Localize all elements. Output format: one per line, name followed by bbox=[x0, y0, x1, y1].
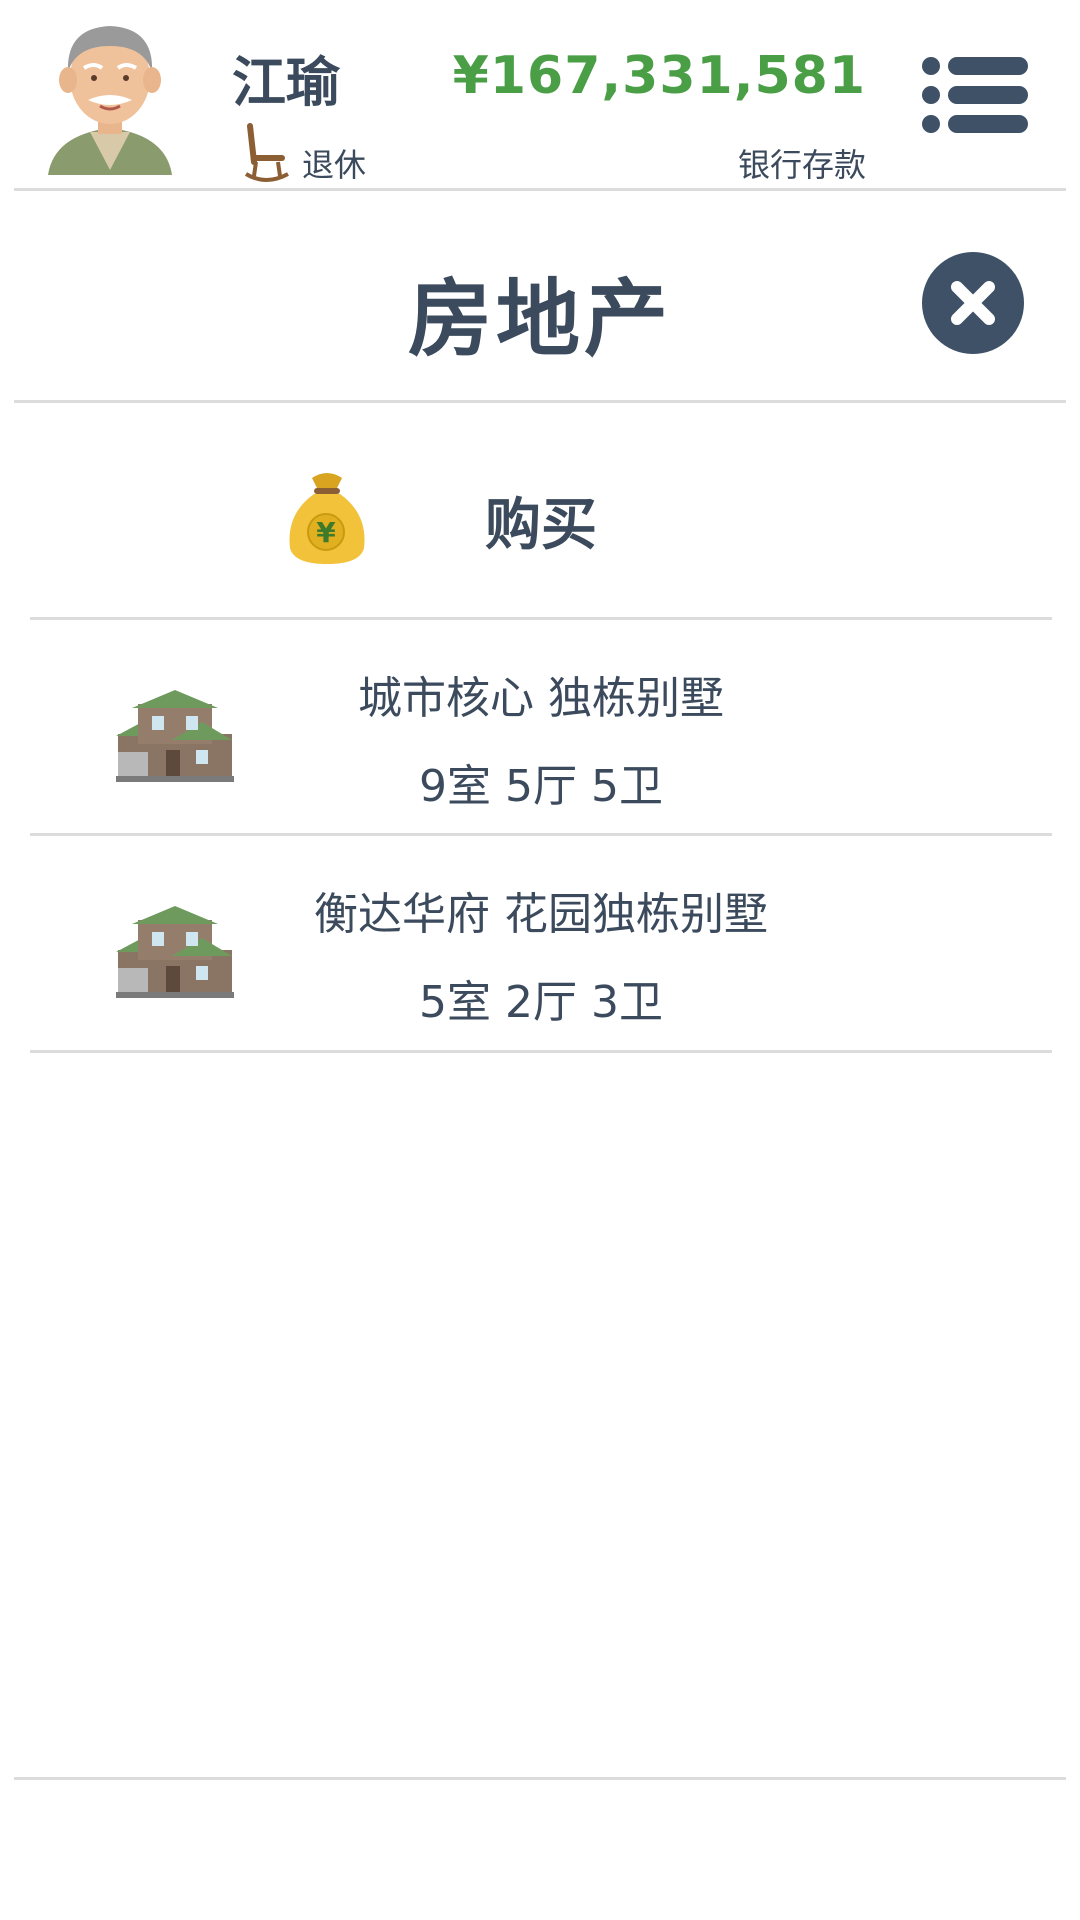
menu-button[interactable] bbox=[922, 56, 1028, 134]
property-rooms: 9室 5厅 5卫 bbox=[419, 761, 663, 812]
buy-divider bbox=[30, 617, 1052, 620]
buy-label: 购买 bbox=[485, 493, 597, 558]
avatar[interactable] bbox=[40, 10, 180, 180]
bank-balance-label: 银行存款 bbox=[737, 146, 866, 184]
player-name: 江瑜 bbox=[232, 51, 340, 114]
buy-button[interactable]: ¥ 购买 bbox=[30, 440, 1052, 612]
footer-divider bbox=[14, 1777, 1066, 1780]
list-divider bbox=[30, 1050, 1052, 1053]
list-divider bbox=[30, 833, 1052, 836]
status-label: 退休 bbox=[302, 146, 367, 184]
close-icon bbox=[951, 281, 995, 325]
rocking-chair-icon bbox=[244, 122, 290, 186]
bank-balance: ¥167,331,581 bbox=[452, 46, 866, 106]
property-item[interactable]: 城市核心 独栋别墅 9室 5厅 5卫 bbox=[30, 622, 1052, 834]
property-item[interactable]: 衡达华府 花园独栋别墅 5室 2厅 3卫 bbox=[30, 838, 1052, 1050]
close-button[interactable] bbox=[922, 252, 1024, 354]
page-title: 房地产 bbox=[407, 270, 672, 368]
property-name: 城市核心 独栋别墅 bbox=[358, 673, 724, 724]
header-divider bbox=[14, 188, 1066, 191]
property-name: 衡达华府 花园独栋别墅 bbox=[314, 889, 768, 940]
title-divider bbox=[14, 400, 1066, 403]
menu-list-icon bbox=[922, 57, 1028, 133]
property-rooms: 5室 2厅 3卫 bbox=[419, 977, 663, 1028]
